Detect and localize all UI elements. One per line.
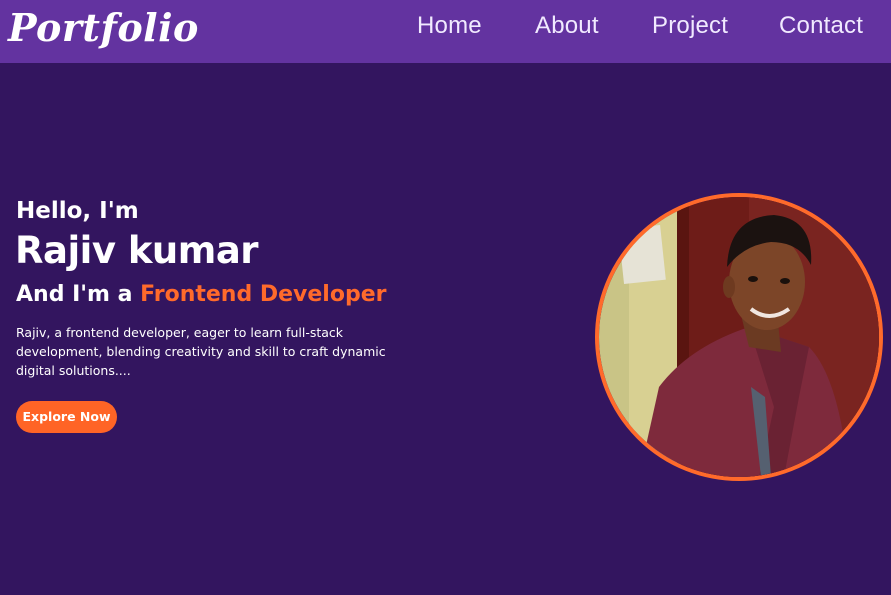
profile-photo	[595, 193, 883, 481]
navbar: Portfolio Home About Project Contact	[0, 0, 891, 63]
profile-photo-illustration	[599, 197, 879, 477]
nav-link-contact[interactable]: Contact	[779, 11, 863, 41]
nav-link-project[interactable]: Project	[652, 11, 728, 41]
logo[interactable]: Portfolio	[8, 2, 199, 54]
hero-role: And I'm a Frontend Developer	[16, 280, 386, 310]
explore-now-button[interactable]: Explore Now	[16, 401, 117, 433]
nav-link-about[interactable]: About	[535, 11, 599, 41]
greeting: Hello, I'm	[16, 198, 139, 224]
hero-bio: Rajiv, a frontend developer, eager to le…	[16, 325, 386, 378]
nav-link-home[interactable]: Home	[417, 11, 482, 41]
hero-name: Rajiv kumar	[15, 229, 259, 272]
role-highlight: Frontend Developer	[140, 282, 387, 307]
role-prefix: And I'm a	[16, 282, 141, 307]
